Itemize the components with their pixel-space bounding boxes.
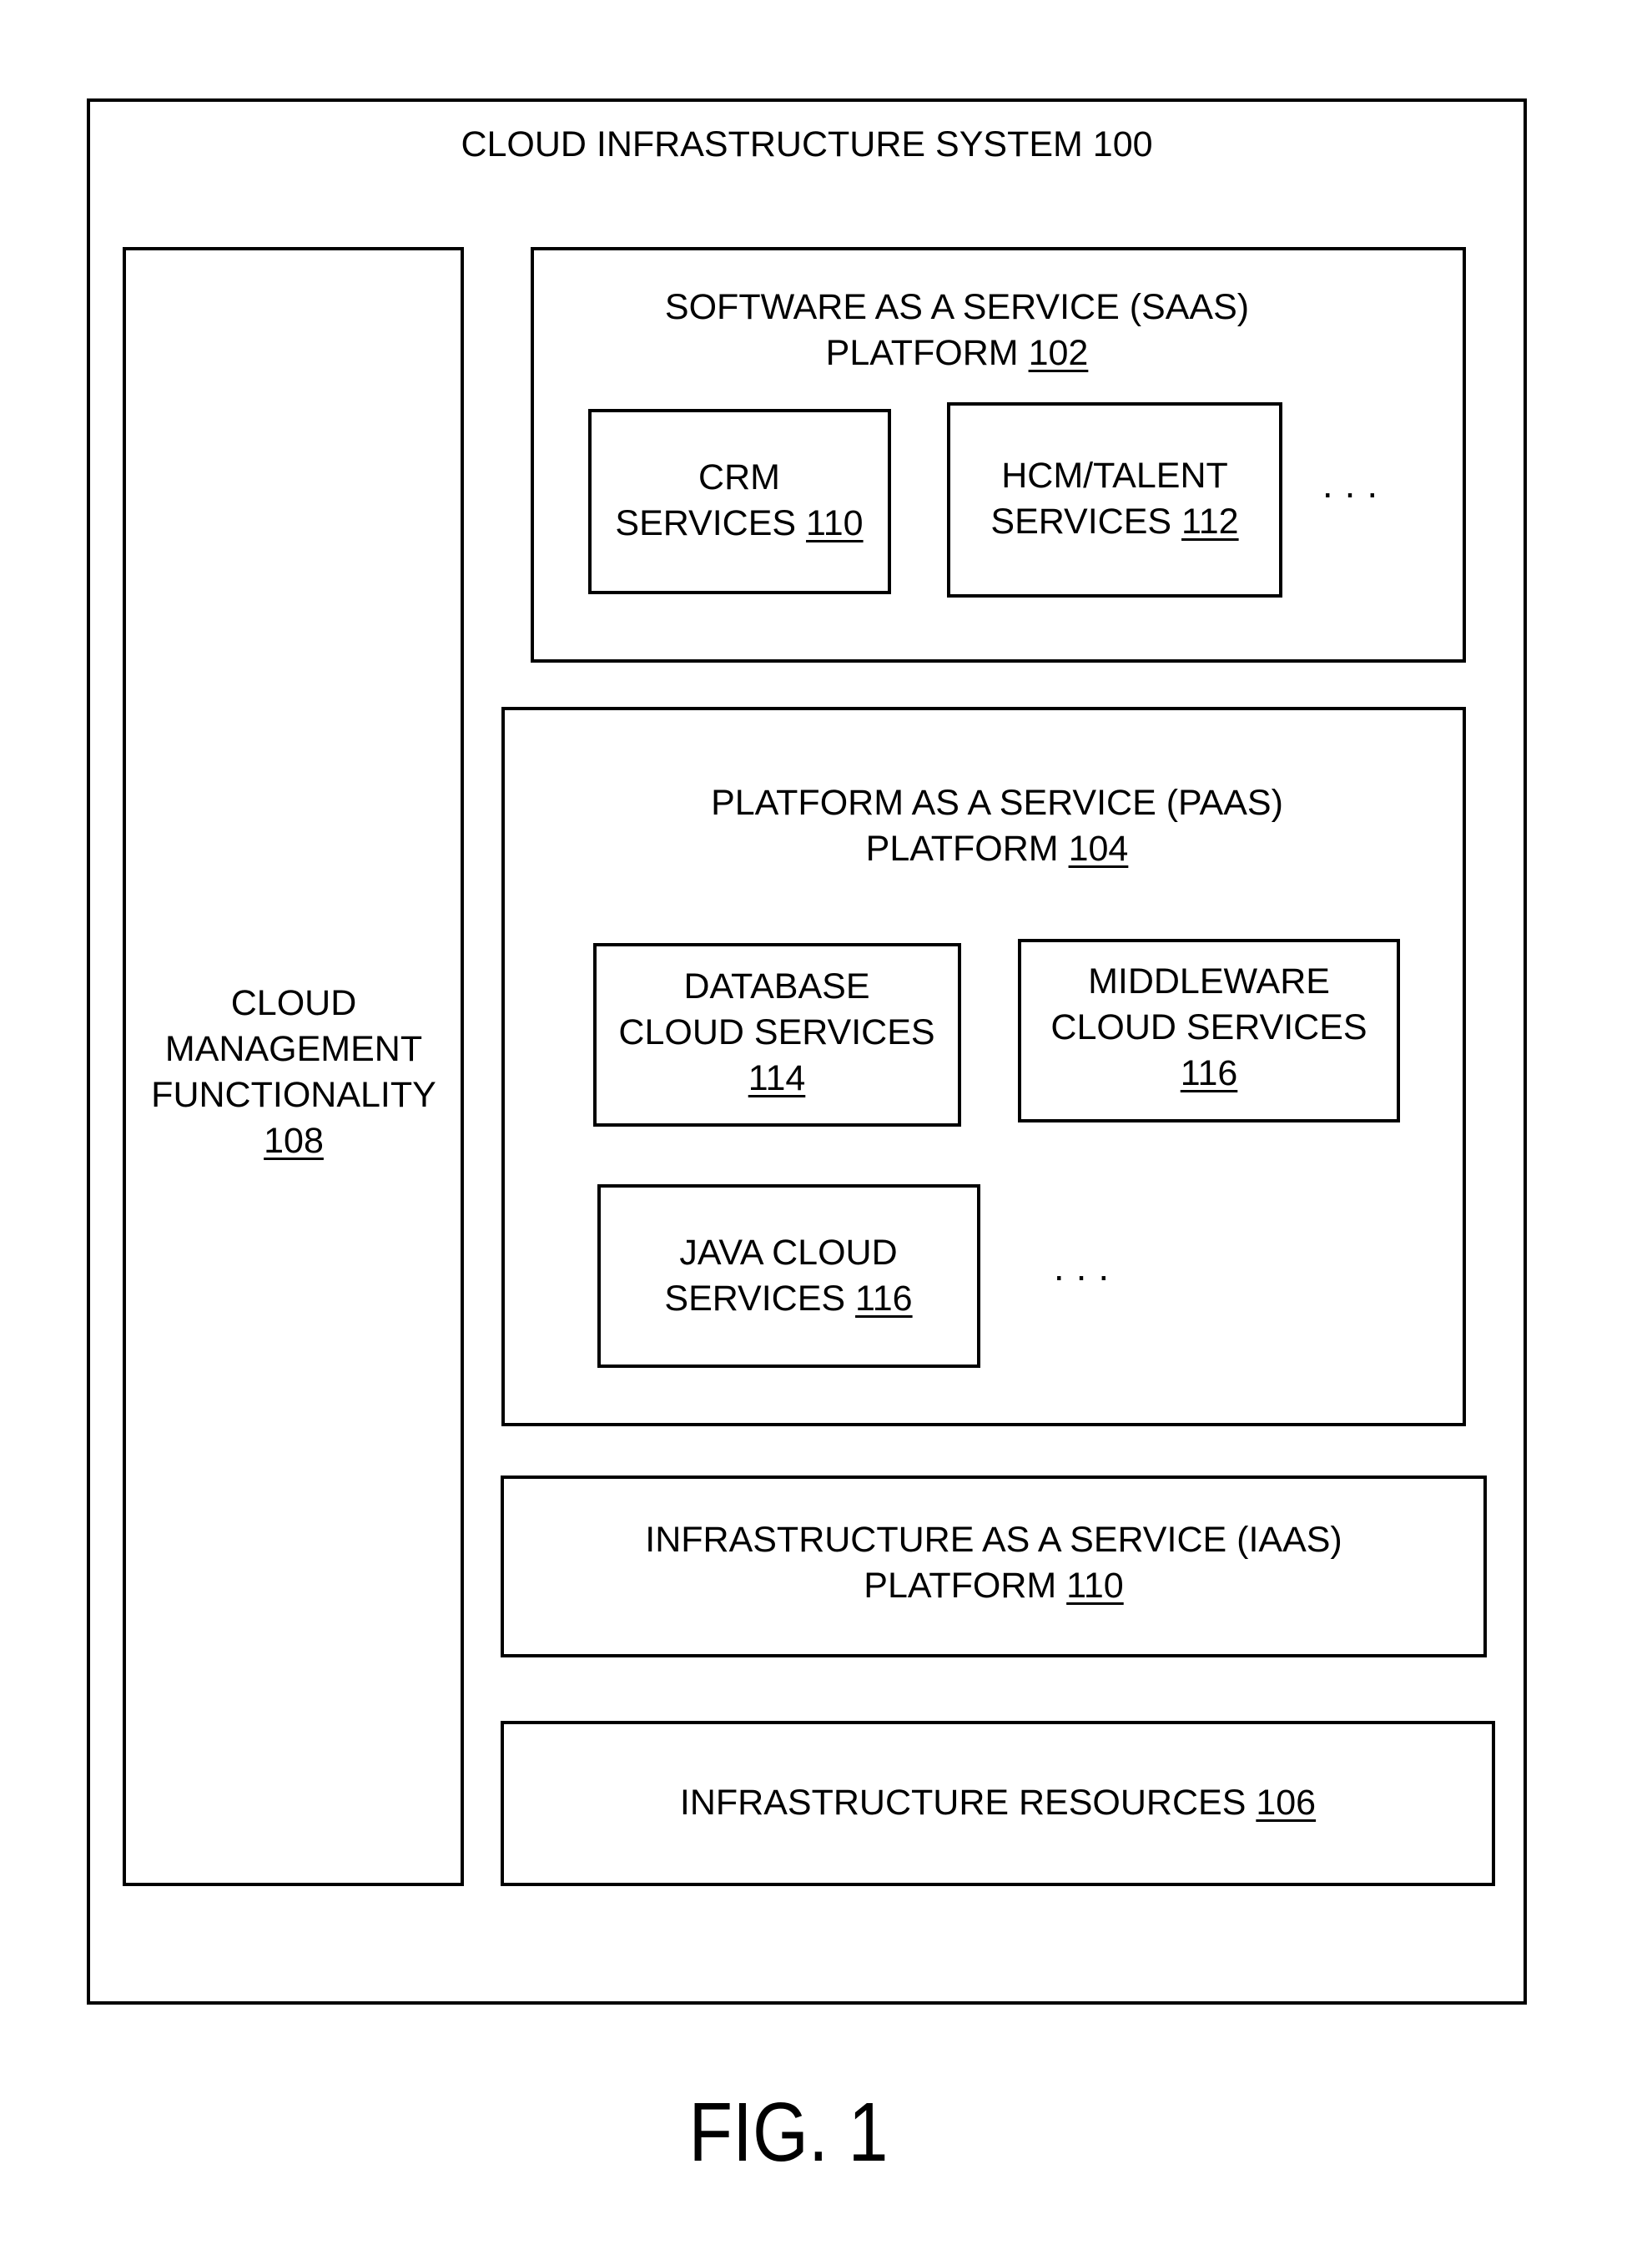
database-line2: CLOUD SERVICES xyxy=(618,1012,935,1052)
crm-ref: 110 xyxy=(806,503,864,543)
paas-line2: PLATFORM xyxy=(865,829,1059,869)
database-line1: DATABASE xyxy=(683,966,870,1006)
cloud-management-label: CLOUD MANAGEMENT FUNCTIONALITY 108 xyxy=(151,981,436,1164)
database-ref: 114 xyxy=(748,1058,806,1098)
java-ref: 116 xyxy=(855,1279,913,1319)
system-title: CLOUD INFRASTRUCTURE SYSTEM 100 xyxy=(461,122,1152,168)
middleware-cloud-services-label: MIDDLEWARE CLOUD SERVICES 116 xyxy=(1050,959,1367,1097)
java-line2: SERVICES xyxy=(664,1279,846,1319)
java-cloud-services-label: JAVA CLOUD SERVICES 116 xyxy=(664,1230,912,1322)
saas-ref: 102 xyxy=(1028,333,1089,373)
saas-platform-label: SOFTWARE AS A SERVICE (SAAS) PLATFORM 10… xyxy=(665,285,1249,376)
iaas-line2: PLATFORM xyxy=(864,1566,1057,1606)
figure-label: FIG. 1 xyxy=(672,2086,904,2178)
management-line: FUNCTIONALITY xyxy=(151,1075,436,1115)
crm-services-label: CRM SERVICES 110 xyxy=(615,455,863,547)
resources-ref: 106 xyxy=(1256,1783,1317,1823)
figure-label-text: FIG. 1 xyxy=(688,2086,889,2179)
saas-line1: SOFTWARE AS A SERVICE (SAAS) xyxy=(664,287,1250,327)
iaas-ref: 110 xyxy=(1066,1566,1124,1606)
management-line: CLOUD xyxy=(230,983,357,1023)
crm-line1: CRM xyxy=(698,457,780,497)
infrastructure-resources-label: INFRASTRUCTURE RESOURCES 106 xyxy=(680,1780,1316,1826)
iaas-line1: INFRASTRUCTURE AS A SERVICE (IAAS) xyxy=(645,1520,1342,1560)
management-line: MANAGEMENT xyxy=(164,1029,423,1069)
paas-platform-label: PLATFORM AS A SERVICE (PAAS) PLATFORM 10… xyxy=(711,780,1283,872)
management-ref: 108 xyxy=(264,1121,324,1161)
middleware-ref: 116 xyxy=(1180,1053,1238,1093)
java-line1: JAVA CLOUD xyxy=(679,1233,898,1273)
system-title-text: CLOUD INFRASTRUCTURE SYSTEM xyxy=(461,124,1083,164)
resources-text: INFRASTRUCTURE RESOURCES xyxy=(679,1783,1247,1823)
crm-line2: SERVICES xyxy=(615,503,797,543)
hcm-ref: 112 xyxy=(1181,502,1239,542)
paas-ellipsis: ... xyxy=(1053,1245,1121,1289)
paas-ref: 104 xyxy=(1068,829,1129,869)
paas-line1: PLATFORM AS A SERVICE (PAAS) xyxy=(711,783,1283,823)
hcm-talent-services-label: HCM/TALENT SERVICES 112 xyxy=(990,453,1238,545)
saas-line2: PLATFORM xyxy=(825,333,1019,373)
database-cloud-services-label: DATABASE CLOUD SERVICES 114 xyxy=(618,964,934,1102)
hcm-line2: SERVICES xyxy=(990,502,1172,542)
saas-ellipsis: ... xyxy=(1322,462,1390,506)
hcm-line1: HCM/TALENT xyxy=(1001,456,1228,496)
system-ref: 100 xyxy=(1092,124,1153,164)
iaas-platform-label: INFRASTRUCTURE AS A SERVICE (IAAS) PLATF… xyxy=(645,1517,1342,1609)
middleware-line2: CLOUD SERVICES xyxy=(1050,1007,1367,1047)
middleware-line1: MIDDLEWARE xyxy=(1088,961,1330,1001)
